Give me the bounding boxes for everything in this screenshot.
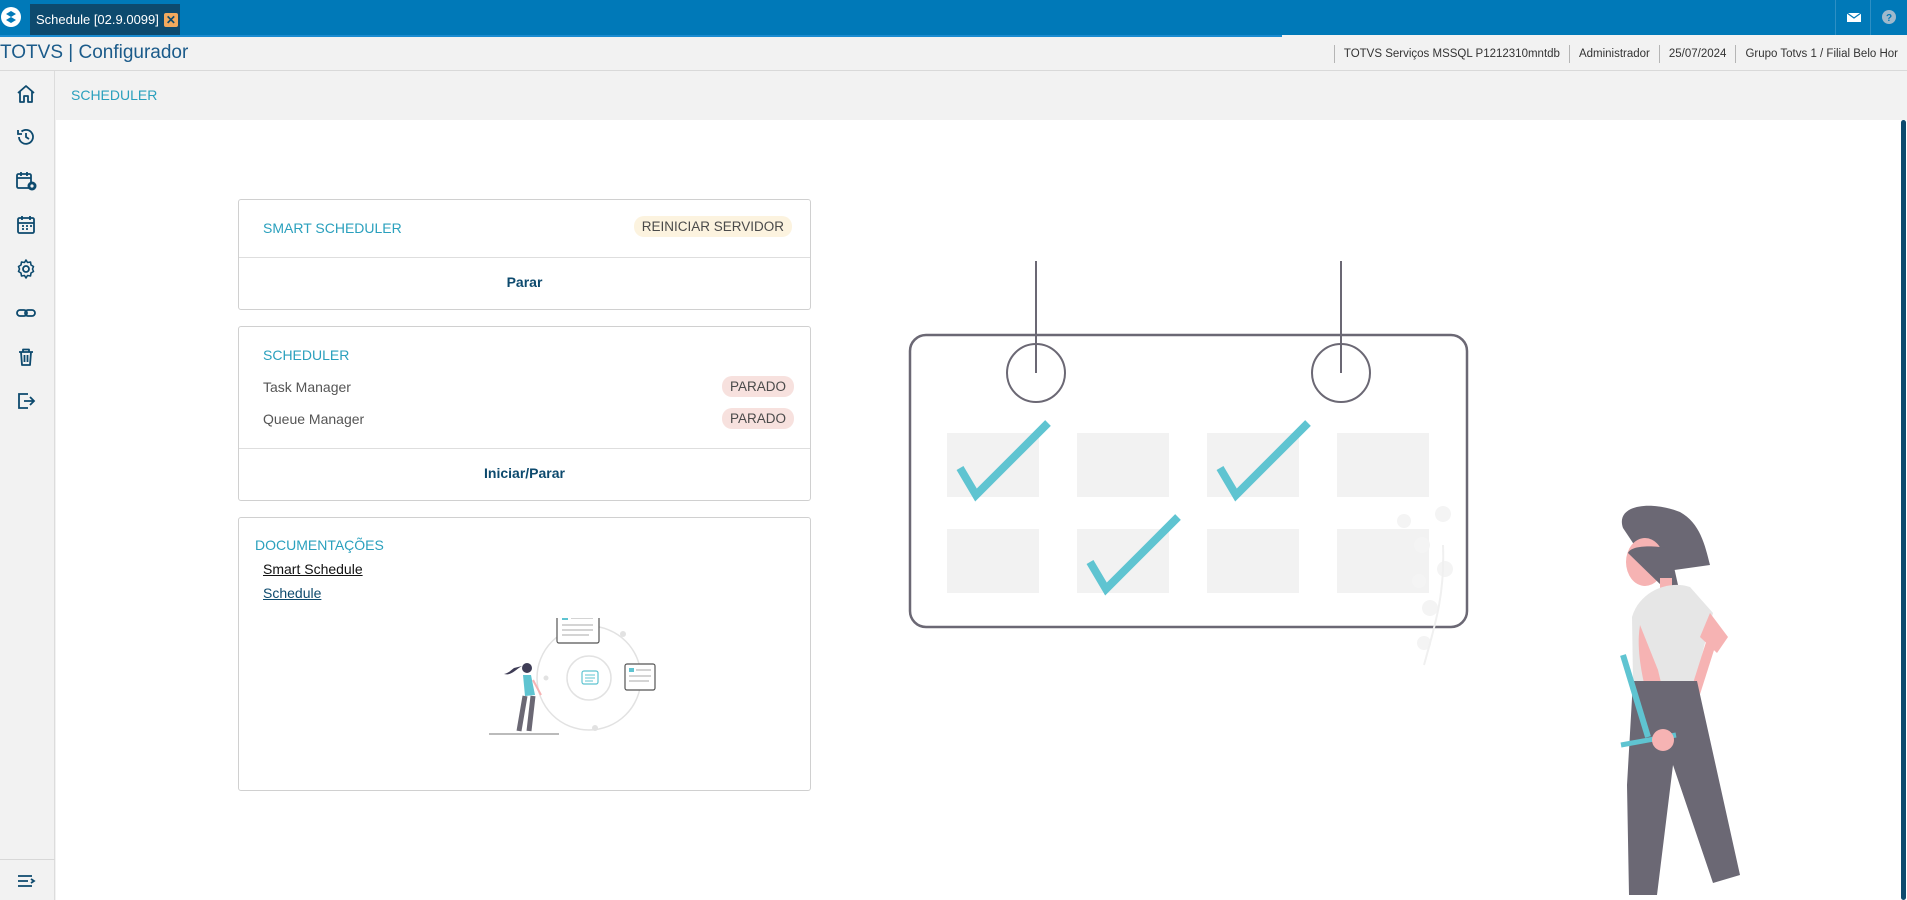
card-divider <box>239 448 810 449</box>
close-icon[interactable]: ✕ <box>163 12 178 27</box>
docs-card: DOCUMENTAÇÕES Smart Schedule Schedule <box>238 517 811 791</box>
task-manager-status-badge: PARADO <box>721 376 794 397</box>
calendar-illustration <box>908 261 1469 629</box>
status-badge: REINICIAR SERVIDOR <box>633 216 792 237</box>
scheduler-card: SCHEDULER Task Manager PARADO Queue Mana… <box>238 326 811 501</box>
titlebar-divider <box>1870 0 1871 35</box>
svg-text:?: ? <box>1886 13 1892 24</box>
app-title: TOTVS | Configurador <box>0 42 189 63</box>
queue-manager-status-badge: PARADO <box>721 408 794 429</box>
link-icon[interactable] <box>14 301 38 325</box>
page-title: SCHEDULER <box>71 87 158 103</box>
date-label: 25/07/2024 <box>1658 45 1736 63</box>
person-illustration <box>1397 505 1740 895</box>
documentation-illustration <box>489 618 656 735</box>
sidebar <box>0 71 55 900</box>
smart-schedule-link[interactable]: Smart Schedule <box>263 561 363 577</box>
session-info: TOTVS Serviços MSSQL P1212310mntdb Admin… <box>1333 45 1907 63</box>
scrollbar[interactable] <box>1900 120 1907 900</box>
smart-scheduler-title: SMART SCHEDULER <box>263 220 402 236</box>
scheduler-title: SCHEDULER <box>263 347 350 363</box>
titlebar-divider <box>1835 0 1836 35</box>
stop-button[interactable]: Parar <box>239 274 810 290</box>
tab-schedule[interactable]: Schedule [02.9.0099] ✕ <box>30 4 180 35</box>
totvs-logo-icon <box>1 7 21 27</box>
sidebar-divider <box>0 859 55 860</box>
smart-scheduler-card: SMART SCHEDULER REINICIAR SERVIDOR Parar <box>238 199 811 310</box>
menu-collapse-icon[interactable] <box>14 869 38 893</box>
logout-icon[interactable] <box>14 389 38 413</box>
start-stop-button[interactable]: Iniciar/Parar <box>239 465 810 481</box>
tab-label: Schedule [02.9.0099] <box>36 12 159 27</box>
calendar-icon[interactable] <box>14 213 38 237</box>
title-bar: Schedule [02.9.0099] ✕ ? <box>0 0 1907 35</box>
app-header: TOTVS | Configurador TOTVS Serviços MSSQ… <box>0 37 1907 71</box>
home-icon[interactable] <box>14 82 38 106</box>
scrollbar-thumb[interactable] <box>1901 120 1906 900</box>
schedule-link[interactable]: Schedule <box>263 585 321 601</box>
breadcrumb: SCHEDULER <box>56 71 1907 119</box>
queue-manager-label: Queue Manager <box>263 411 365 427</box>
help-icon[interactable]: ? <box>1880 8 1898 26</box>
docs-title: DOCUMENTAÇÕES <box>255 537 384 553</box>
mail-icon[interactable] <box>1845 8 1863 26</box>
trash-icon[interactable] <box>14 345 38 369</box>
task-manager-label: Task Manager <box>263 379 351 395</box>
environment-label: TOTVS Serviços MSSQL P1212310mntdb <box>1333 45 1569 63</box>
user-label: Administrador <box>1568 45 1659 63</box>
branch-label: Grupo Totvs 1 / Filial Belo Hor <box>1735 45 1907 63</box>
calendar-settings-icon[interactable] <box>14 169 38 193</box>
history-icon[interactable] <box>14 125 38 149</box>
card-divider <box>239 257 810 258</box>
gear-icon[interactable] <box>14 257 38 281</box>
